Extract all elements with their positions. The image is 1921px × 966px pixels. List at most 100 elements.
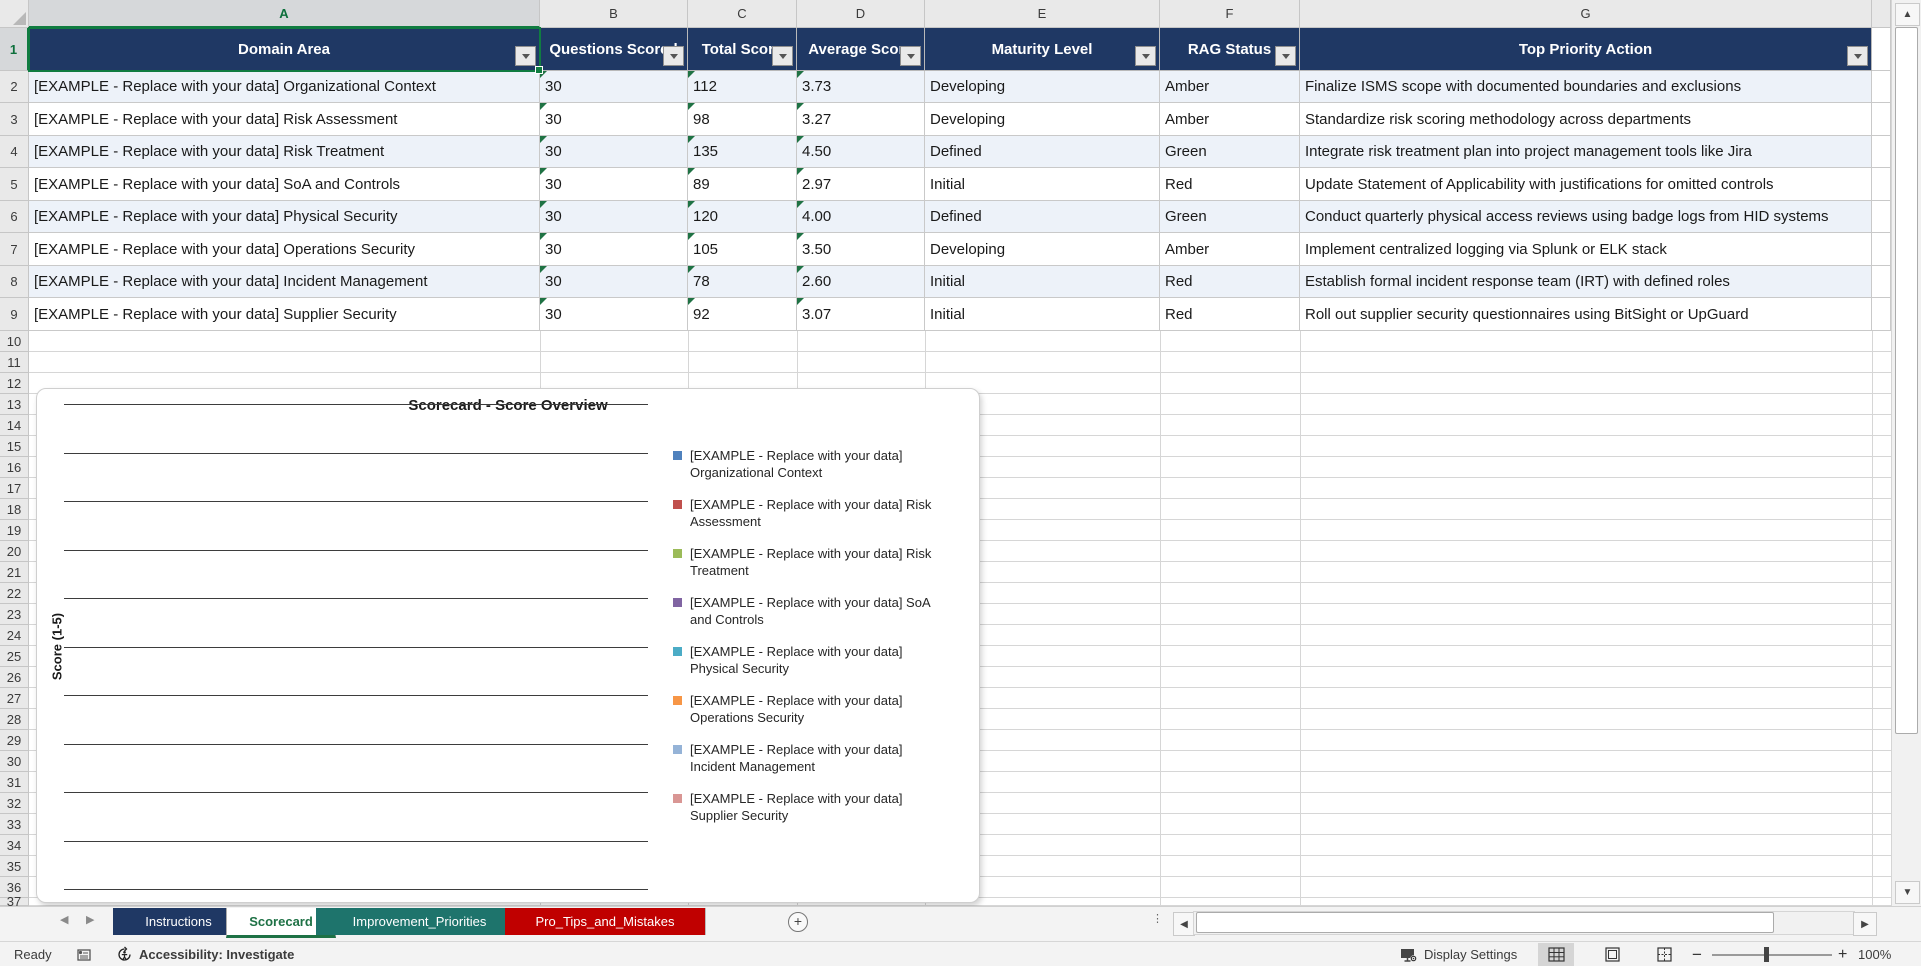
cell-E2[interactable]: Developing — [925, 71, 1160, 103]
row-header-19[interactable]: 19 — [0, 520, 29, 541]
table-header-A[interactable]: Domain Area — [29, 28, 540, 71]
row-header-26[interactable]: 26 — [0, 667, 29, 688]
row-header-13[interactable]: 13 — [0, 394, 29, 415]
cell-C8[interactable]: 78 — [688, 266, 797, 298]
cell-F5[interactable]: Red — [1160, 168, 1300, 201]
cell-F7[interactable]: Amber — [1160, 233, 1300, 266]
tab-scroll-left-icon[interactable]: ◀ — [60, 913, 68, 926]
select-all-corner[interactable] — [0, 0, 29, 28]
cell-F3[interactable]: Amber — [1160, 103, 1300, 136]
cell-E9[interactable]: Initial — [925, 298, 1160, 331]
row-header-15[interactable]: 15 — [0, 436, 29, 457]
cell-H1[interactable] — [1872, 28, 1891, 71]
cell-A5[interactable]: [EXAMPLE - Replace with your data] SoA a… — [29, 168, 540, 201]
table-header-F[interactable]: RAG Status — [1160, 28, 1300, 71]
filter-dropdown-icon-B[interactable] — [663, 46, 684, 66]
cell-C4[interactable]: 135 — [688, 136, 797, 168]
zoom-slider-thumb[interactable] — [1764, 947, 1769, 962]
vertical-scroll-thumb[interactable] — [1895, 27, 1918, 734]
cell-H7[interactable] — [1872, 233, 1891, 266]
row-header-29[interactable]: 29 — [0, 730, 29, 751]
row-header-17[interactable]: 17 — [0, 478, 29, 499]
zoom-level[interactable]: 100% — [1858, 942, 1891, 966]
cell-H5[interactable] — [1872, 168, 1891, 201]
column-header-B[interactable]: B — [540, 0, 688, 28]
table-header-B[interactable]: Questions Scored — [540, 28, 688, 71]
cell-G6[interactable]: Conduct quarterly physical access review… — [1300, 201, 1872, 233]
row-header-28[interactable]: 28 — [0, 709, 29, 730]
row-header-27[interactable]: 27 — [0, 688, 29, 709]
row-header-25[interactable]: 25 — [0, 646, 29, 667]
table-header-C[interactable]: Total Score — [688, 28, 797, 71]
row-header-12[interactable]: 12 — [0, 373, 29, 394]
filter-dropdown-icon-F[interactable] — [1275, 46, 1296, 66]
scroll-down-arrow[interactable]: ▼ — [1895, 881, 1920, 904]
cell-H3[interactable] — [1872, 103, 1891, 136]
row-header-10[interactable]: 10 — [0, 331, 29, 352]
filter-dropdown-icon-C[interactable] — [772, 46, 793, 66]
cell-G9[interactable]: Roll out supplier security questionnaire… — [1300, 298, 1872, 331]
column-header-C[interactable]: C — [688, 0, 797, 28]
row-header-5[interactable]: 5 — [0, 168, 29, 201]
column-header-D[interactable]: D — [797, 0, 925, 28]
cell-D4[interactable]: 4.50 — [797, 136, 925, 168]
row-header-22[interactable]: 22 — [0, 583, 29, 604]
cell-G3[interactable]: Standardize risk scoring methodology acr… — [1300, 103, 1872, 136]
filter-dropdown-icon-E[interactable] — [1135, 46, 1156, 66]
scorecard-chart[interactable]: Scorecard - Score Overview Score (1-5) [… — [36, 388, 980, 903]
row-header-32[interactable]: 32 — [0, 793, 29, 814]
cell-D2[interactable]: 3.73 — [797, 71, 925, 103]
accessibility-status[interactable]: Accessibility: Investigate — [116, 942, 294, 966]
cell-A9[interactable]: [EXAMPLE - Replace with your data] Suppl… — [29, 298, 540, 331]
cell-C6[interactable]: 120 — [688, 201, 797, 233]
tab-area-grip-icon[interactable]: ⋮ — [1152, 912, 1163, 925]
zoom-out-button[interactable]: − — [1692, 942, 1702, 966]
horizontal-scroll-thumb[interactable] — [1196, 912, 1774, 933]
cell-F4[interactable]: Green — [1160, 136, 1300, 168]
hscroll-right-arrow[interactable]: ▶ — [1853, 912, 1877, 936]
cell-C9[interactable]: 92 — [688, 298, 797, 331]
cell-E6[interactable]: Defined — [925, 201, 1160, 233]
cell-D7[interactable]: 3.50 — [797, 233, 925, 266]
cell-F6[interactable]: Green — [1160, 201, 1300, 233]
row-header-7[interactable]: 7 — [0, 233, 29, 266]
row-header-16[interactable]: 16 — [0, 457, 29, 478]
legend-item-5[interactable]: [EXAMPLE - Replace with your data] Physic… — [673, 643, 973, 677]
row-header-23[interactable]: 23 — [0, 604, 29, 625]
column-header-partial[interactable] — [1872, 0, 1891, 28]
cell-C2[interactable]: 112 — [688, 71, 797, 103]
filter-dropdown-icon-D[interactable] — [900, 46, 921, 66]
cell-G7[interactable]: Implement centralized logging via Splunk… — [1300, 233, 1872, 266]
cell-B6[interactable]: 30 — [540, 201, 688, 233]
cell-G5[interactable]: Update Statement of Applicability with j… — [1300, 168, 1872, 201]
cell-A4[interactable]: [EXAMPLE - Replace with your data] Risk … — [29, 136, 540, 168]
cell-E7[interactable]: Developing — [925, 233, 1160, 266]
row-header-37[interactable]: 37 — [0, 894, 29, 909]
legend-item-2[interactable]: [EXAMPLE - Replace with your data] Risk A… — [673, 496, 973, 530]
cell-A7[interactable]: [EXAMPLE - Replace with your data] Opera… — [29, 233, 540, 266]
row-header-8[interactable]: 8 — [0, 266, 29, 298]
cell-B8[interactable]: 30 — [540, 266, 688, 298]
column-header-G[interactable]: G — [1300, 0, 1872, 28]
row-header-20[interactable]: 20 — [0, 541, 29, 562]
cell-D9[interactable]: 3.07 — [797, 298, 925, 331]
cell-D3[interactable]: 3.27 — [797, 103, 925, 136]
cell-B9[interactable]: 30 — [540, 298, 688, 331]
cell-G4[interactable]: Integrate risk treatment plan into proje… — [1300, 136, 1872, 168]
cell-F9[interactable]: Red — [1160, 298, 1300, 331]
cell-F2[interactable]: Amber — [1160, 71, 1300, 103]
hscroll-left-arrow[interactable]: ◀ — [1173, 912, 1195, 936]
column-header-F[interactable]: F — [1160, 0, 1300, 28]
row-header-4[interactable]: 4 — [0, 136, 29, 168]
cell-H8[interactable] — [1872, 266, 1891, 298]
cell-B7[interactable]: 30 — [540, 233, 688, 266]
vertical-scrollbar[interactable]: ▲ ▼ — [1891, 0, 1921, 906]
new-sheet-button[interactable]: + — [788, 912, 808, 932]
cell-E3[interactable]: Developing — [925, 103, 1160, 136]
row-header-14[interactable]: 14 — [0, 415, 29, 436]
cell-D5[interactable]: 2.97 — [797, 168, 925, 201]
cell-A3[interactable]: [EXAMPLE - Replace with your data] Risk … — [29, 103, 540, 136]
sheet-tab-pro_tips_and_mistakes[interactable]: Pro_Tips_and_Mistakes — [505, 908, 706, 935]
cell-C3[interactable]: 98 — [688, 103, 797, 136]
cell-C7[interactable]: 105 — [688, 233, 797, 266]
